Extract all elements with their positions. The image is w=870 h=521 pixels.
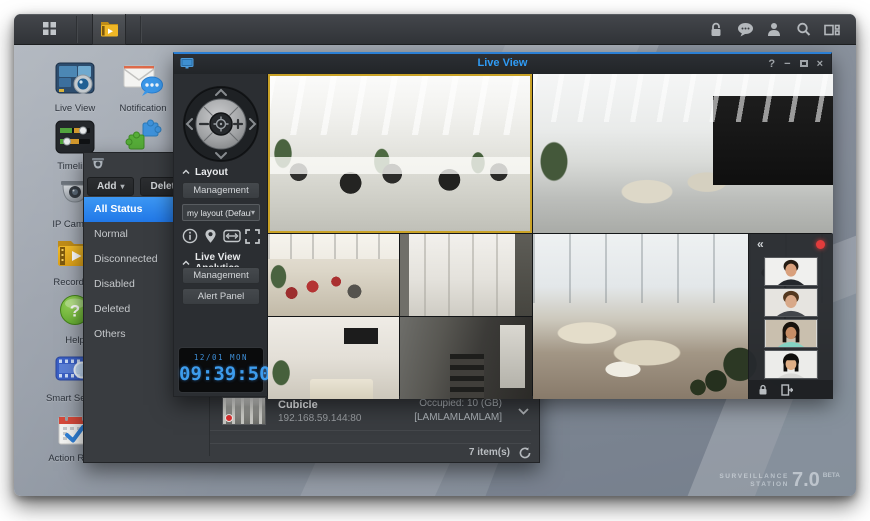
face-thumbnail-4[interactable]: [764, 350, 818, 379]
camera-tile-2[interactable]: [533, 74, 833, 233]
recording-folder-icon: [99, 19, 120, 41]
camera-thumbnail: [222, 397, 266, 425]
recording-indicator: [225, 414, 233, 422]
camera-row-meta: Occupied: 10 (GB) [LAMLAMLAMLAM]: [414, 397, 502, 425]
recording-indicator-dot: [816, 240, 825, 249]
analytics-management-button[interactable]: Management: [182, 267, 260, 284]
live-view-window: Live View ? − ×: [173, 52, 832, 397]
layout-management-button[interactable]: Management: [182, 182, 260, 199]
timeline-icon: [37, 118, 113, 156]
face-thumbnail-3[interactable]: [764, 319, 818, 348]
taskbar-separator: [140, 16, 142, 43]
desktop-icon-live-view[interactable]: Live View: [37, 60, 113, 116]
caret-down-icon: ▾: [251, 208, 255, 217]
desktop-icon-label: Live View: [55, 103, 96, 114]
chat-icon[interactable]: [735, 20, 755, 40]
surveillance-station-logo: SURVEILLANCE STATION 7.0 BETA: [719, 472, 840, 489]
logo-text: SURVEILLANCE STATION: [719, 473, 789, 489]
dome-camera-icon: [90, 156, 106, 177]
lock-icon[interactable]: [758, 384, 768, 396]
face-detection-panel: «: [748, 234, 833, 399]
list-divider: [210, 430, 531, 431]
face-thumbnail-2[interactable]: [764, 288, 818, 317]
taskbar-tray: [706, 14, 842, 45]
layout-section-title: Layout: [195, 167, 228, 178]
window-controls: ? − ×: [768, 54, 823, 74]
main-menu-button[interactable]: [32, 14, 66, 45]
maximize-button[interactable]: [800, 59, 808, 70]
desktop: Live View Notification Timeline Add-ons …: [14, 14, 856, 496]
layout-selector-value: my layout (Default): [187, 208, 251, 218]
item-count: 7 item(s): [469, 447, 510, 458]
logo-beta-tag: BETA: [823, 472, 840, 479]
help-button[interactable]: ?: [768, 59, 775, 70]
collapse-panel-button[interactable]: «: [757, 238, 764, 250]
layout-selector[interactable]: my layout (Default) ▾: [182, 204, 260, 221]
user-icon[interactable]: [764, 20, 784, 40]
chevron-up-icon: [182, 167, 190, 178]
search-icon[interactable]: [793, 20, 813, 40]
maximize-icon: [800, 60, 808, 67]
caret-down-icon: ▾: [120, 182, 124, 191]
camera-storage: Occupied: 10 (GB): [414, 397, 502, 411]
live-view-sidebar: Layout Management my layout (Default) ▾: [174, 74, 268, 396]
camera-name: Cubicle: [278, 399, 361, 411]
logo-line1: SURVEILLANCE: [719, 473, 789, 480]
close-button[interactable]: ×: [817, 59, 823, 70]
desktop-icon-label: Help: [65, 335, 85, 346]
alert-panel-button[interactable]: Alert Panel: [182, 288, 260, 305]
layout-icon[interactable]: [822, 20, 842, 40]
camera-tile-6[interactable]: [400, 317, 532, 399]
live-view-icon: [37, 60, 113, 98]
live-view-titlebar[interactable]: Live View ? − ×: [174, 54, 831, 74]
camera-grid: «: [268, 74, 831, 396]
window-title: Live View: [174, 57, 831, 69]
clock-display: 12/01 MON 09:39:50: [178, 347, 264, 393]
list-footer: 7 item(s): [210, 444, 531, 461]
camera-tile-4[interactable]: [400, 234, 532, 316]
clock-time: 09:39:50: [179, 363, 263, 385]
camera-tag: [LAMLAMLAMLAM]: [414, 411, 502, 425]
taskbar: [14, 14, 856, 45]
ptz-control[interactable]: [181, 84, 261, 164]
clock-date: 12/01 MON: [179, 353, 263, 362]
taskbar-recording-app-button[interactable]: [92, 14, 126, 45]
logo-line2: STATION: [750, 481, 789, 488]
fullscreen-icon[interactable]: [243, 227, 262, 246]
notification-icon: [105, 60, 181, 98]
layout-tools: [180, 226, 262, 246]
add-button[interactable]: Add ▾: [87, 177, 134, 196]
info-icon[interactable]: [180, 227, 199, 246]
camera-tile-3[interactable]: [268, 234, 399, 316]
door-icon[interactable]: [781, 384, 793, 396]
desktop-icon-label: Notification: [120, 103, 167, 114]
add-ons-icon: [105, 118, 181, 156]
apps-grid-icon: [42, 21, 57, 39]
live-view-window-icon: [180, 57, 194, 75]
add-button-label: Add: [97, 181, 116, 192]
location-pin-icon[interactable]: [201, 227, 220, 246]
taskbar-separator: [76, 16, 78, 43]
layout-section-header: Layout: [182, 167, 264, 178]
camera-tile-1-selected[interactable]: [268, 74, 532, 233]
refresh-icon[interactable]: [519, 447, 531, 459]
face-thumbnail-1[interactable]: [764, 257, 818, 286]
minimize-button[interactable]: −: [784, 59, 790, 70]
face-panel-header: «: [749, 234, 833, 254]
lock-icon[interactable]: [706, 20, 726, 40]
camera-row-texts: Cubicle 192.168.59.144:80: [278, 399, 361, 424]
chevron-down-icon[interactable]: [518, 408, 529, 415]
face-panel-footer: [749, 380, 833, 399]
desktop-icon-notification[interactable]: Notification: [105, 60, 181, 116]
camera-tile-5[interactable]: [268, 317, 399, 399]
camera-address: 192.168.59.144:80: [278, 413, 361, 424]
logo-version: 7.0: [792, 472, 820, 489]
svg-text:?: ?: [70, 302, 80, 321]
swap-horizontal-icon[interactable]: [222, 227, 241, 246]
